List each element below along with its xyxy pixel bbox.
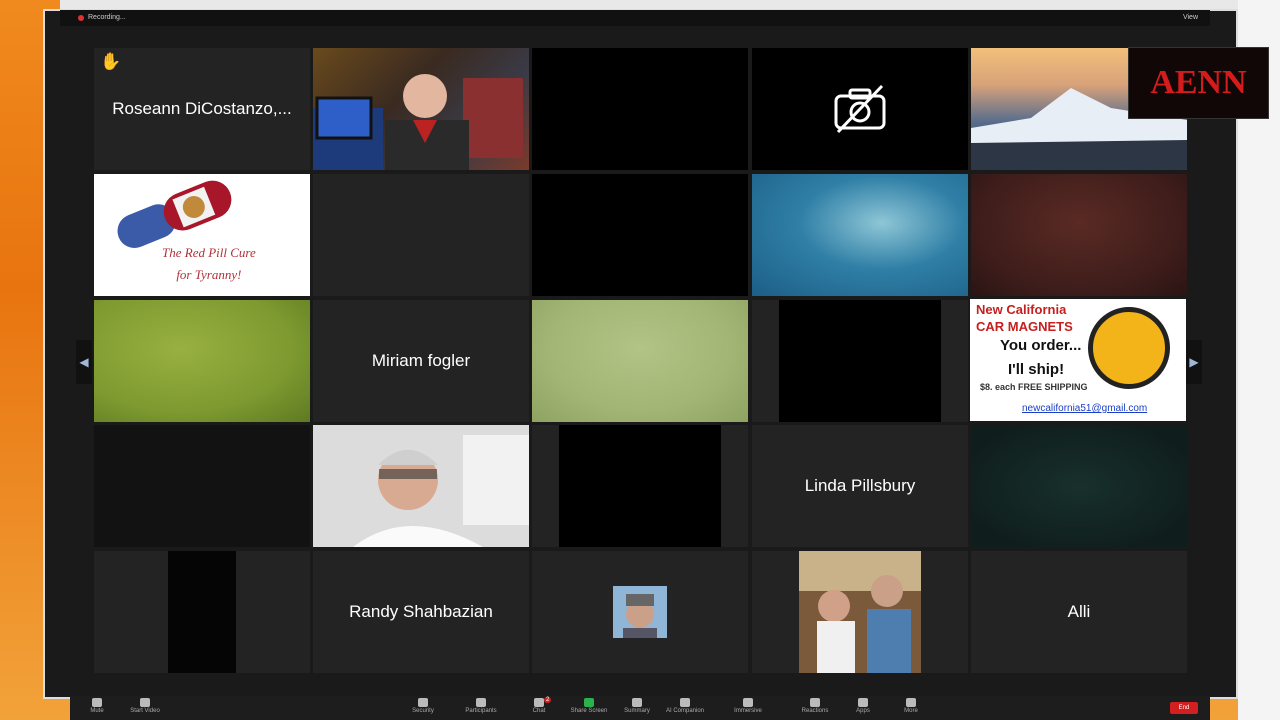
red-pill-text: The Red Pill Cure for Tyranny! [162,242,256,286]
chat-icon [534,698,544,707]
title-bar: Recording... View [60,10,1210,26]
magnet-line-5: $8. each FREE SHIPPING [980,382,1088,392]
toolbar-label: Chat [532,708,546,714]
toolbar-label: More [904,708,918,714]
magnet-line-2: CAR MAGNETS [976,319,1073,334]
summary-button[interactable]: Summary [614,698,660,718]
red-pill-line-2: for Tyranny! [176,267,242,282]
participant-tile-linda[interactable]: Linda Pillsbury [752,425,968,547]
participant-tile-profile-photo[interactable] [532,551,748,673]
participant-name: Linda Pillsbury [804,476,916,495]
view-button[interactable]: View [1183,14,1198,21]
participant-tile-camera-off[interactable] [752,48,968,170]
toolbar-label: Security [412,708,434,714]
participant-tile[interactable] [94,551,310,673]
participant-tile[interactable] [532,300,748,422]
microphone-icon [92,698,102,707]
share-screen-button[interactable]: Share Screen [566,698,612,718]
sparkle-icon [680,698,690,707]
ai-companion-button[interactable]: AI Companion [662,698,708,718]
mute-button[interactable]: Mute [74,698,120,718]
new-california-seal [1088,307,1170,389]
people-icon [476,698,486,707]
participant-tile-alli[interactable]: Alli [971,551,1187,673]
participant-video [313,74,523,170]
record-icon [78,14,84,21]
participant-tile-car-magnets[interactable]: New California CAR MAGNETS You order... … [970,299,1186,421]
participant-tile[interactable] [752,300,968,422]
toolbar-label: Start Video [130,708,160,714]
participant-tile[interactable] [971,174,1187,296]
logo-text: AENN [1150,63,1247,101]
reaction-icon [810,698,820,707]
video-feed [779,300,941,422]
participant-name: Randy Shahbazian [349,602,493,621]
aenn-logo: AENN [1128,47,1269,119]
raised-hand-icon: ✋ [100,52,122,71]
apps-icon [858,698,868,707]
recording-label: Recording... [88,14,126,21]
participant-video-tile[interactable] [313,48,529,170]
participant-tile[interactable] [532,48,748,170]
participant-video-tile[interactable] [752,551,968,673]
reactions-button[interactable]: Reactions [792,698,838,718]
avatar [613,586,667,638]
chat-badge: 2 [544,697,552,703]
security-button[interactable]: Security [400,698,446,718]
end-button[interactable]: End [1170,702,1198,714]
participant-video-tile[interactable] [313,425,529,547]
participant-video [799,551,921,673]
participant-tile-randy[interactable]: Randy Shahbazian [313,551,529,673]
participants-button[interactable]: Participants [458,698,504,718]
participant-tile[interactable] [313,174,529,296]
recording-indicator[interactable]: Recording... [78,14,126,21]
magnet-line-4: I'll ship! [1008,361,1065,378]
toolbar-label: Share Screen [570,708,608,714]
participant-tile[interactable] [532,174,748,296]
toolbar-label: Mute [90,708,104,714]
apps-button[interactable]: Apps [840,698,886,718]
magnet-line-1: New California [976,302,1067,317]
immersive-button[interactable]: Immersive [725,698,771,718]
more-button[interactable]: More [888,698,934,718]
toolbar-label: Apps [856,708,870,714]
magnet-email: newcalifornia51@gmail.com [1022,403,1148,414]
share-screen-icon [584,698,594,707]
participant-name: Miriam fogler [371,351,471,370]
camera-off-icon [834,84,886,134]
magnet-line-3: You order... [1000,337,1082,354]
toolbar-label: Immersive [734,708,762,714]
toolbar-label: AI Companion [665,708,705,714]
participant-tile[interactable] [94,425,310,547]
logo-tagline [1198,98,1199,103]
participant-tile-red-pill[interactable]: The Red Pill Cure for Tyranny! [94,174,310,296]
red-pill-line-1: The Red Pill Cure [162,245,256,260]
summary-icon [632,698,642,707]
participant-video [353,435,529,547]
video-camera-icon [140,698,150,707]
more-icon [906,698,916,707]
shield-icon [418,698,428,707]
start-video-button[interactable]: Start Video [122,698,168,718]
participant-name: Roseann DiCostanzo,... [112,99,292,118]
chevron-left-icon[interactable]: ◀ [76,340,92,384]
participant-name: Alli [1067,602,1091,621]
participant-tile-roseann[interactable]: ✋ Roseann DiCostanzo,... [94,48,310,170]
chat-button[interactable]: Chat 2 [516,697,562,718]
participant-tile-miriam[interactable]: Miriam fogler [313,300,529,422]
meeting-toolbar: Mute Start Video Security Participants C… [70,696,1210,720]
chevron-right-icon[interactable]: ▶ [1186,340,1202,384]
video-feed [168,551,236,673]
participant-tile[interactable] [971,425,1187,547]
toolbar-label: Reactions [801,708,829,714]
toolbar-label: Summary [624,708,650,714]
participant-tile[interactable] [532,425,748,547]
immersive-icon [743,698,753,707]
participant-tile[interactable] [752,174,968,296]
video-feed [559,425,721,547]
toolbar-label: Participants [465,708,497,714]
participant-tile[interactable] [94,300,310,422]
